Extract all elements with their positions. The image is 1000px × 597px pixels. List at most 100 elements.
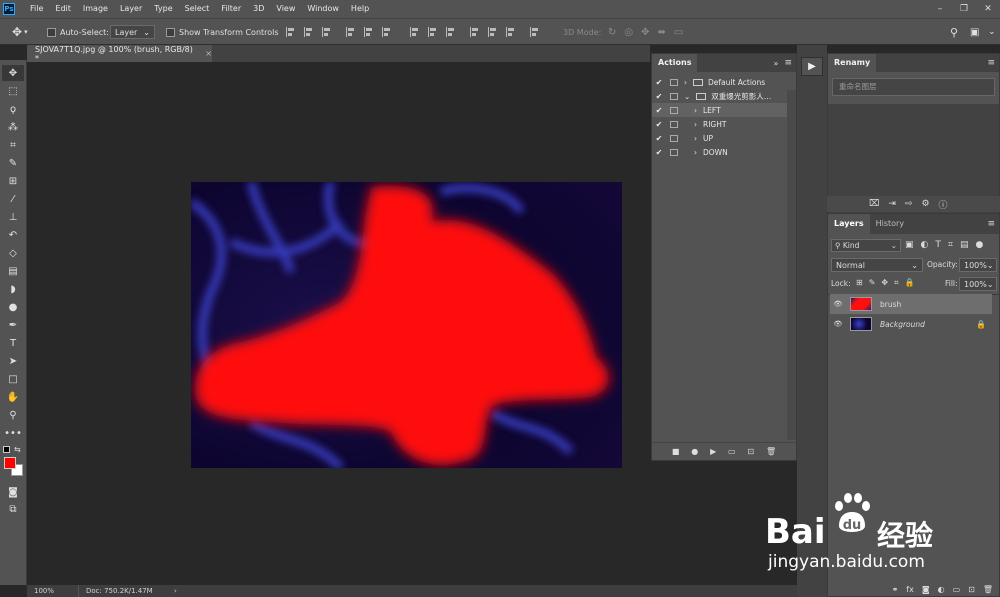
menu-select[interactable]: Select xyxy=(179,0,216,18)
auto-select-checkbox[interactable]: Auto-Select: xyxy=(47,19,109,45)
renamy-tab[interactable]: Renamy xyxy=(828,54,877,72)
stop-recording-icon[interactable]: ■ xyxy=(672,447,680,456)
edit-toolbar-icon[interactable]: ••• xyxy=(2,425,24,441)
close-window-icon[interactable]: ✕ xyxy=(976,0,1000,18)
3d-scale-icon[interactable]: ▭ xyxy=(674,27,683,38)
check-icon[interactable]: ✔ xyxy=(652,148,666,157)
auto-select-dropdown[interactable]: Layer ⌄ xyxy=(110,25,155,39)
panel-menu-icon[interactable]: ≡ xyxy=(784,58,792,68)
blur-tool-icon[interactable]: ◗ xyxy=(2,281,24,297)
healing-brush-tool-icon[interactable]: ⊞ xyxy=(2,173,24,189)
menu-edit[interactable]: Edit xyxy=(49,0,77,18)
rename-icon[interactable]: ⌧ xyxy=(869,199,879,209)
info-icon[interactable]: ⓘ xyxy=(939,198,948,211)
visibility-eye-icon[interactable]: 👁 xyxy=(830,320,846,328)
screen-mode-icon[interactable]: ⧉ xyxy=(2,501,24,517)
tab-layers[interactable]: Layers xyxy=(828,214,870,234)
history-brush-tool-icon[interactable]: ↶ xyxy=(2,227,24,243)
workspace-chevron-icon[interactable]: ⌄ xyxy=(988,19,996,45)
new-action-icon[interactable]: ⊡ xyxy=(747,447,754,456)
layer-style-icon[interactable]: fx xyxy=(906,585,914,594)
hand-tool-icon[interactable]: ✋ xyxy=(2,389,24,405)
menu-3d[interactable]: 3D xyxy=(247,0,270,18)
zoom-tool-icon[interactable]: ⚲ xyxy=(2,407,24,423)
auto-align-icon[interactable] xyxy=(530,27,540,37)
filter-pixel-icon[interactable]: ▣ xyxy=(905,240,914,250)
lock-transparent-icon[interactable]: ⊞ xyxy=(856,278,863,288)
3d-orbit-icon[interactable]: ↻ xyxy=(608,27,616,38)
distribute-top-icon[interactable] xyxy=(410,27,420,37)
lock-position-icon[interactable]: ✥ xyxy=(881,278,888,288)
play-action-icon[interactable]: ▶ xyxy=(801,57,823,76)
eyedropper-tool-icon[interactable]: ✎ xyxy=(2,155,24,171)
workspace-icon[interactable]: ▣ xyxy=(970,19,979,45)
menu-type[interactable]: Type xyxy=(148,0,178,18)
menu-layer[interactable]: Layer xyxy=(114,0,148,18)
move-tool-preset-icon[interactable]: ✥ ▾ xyxy=(12,19,28,45)
actions-scrollbar[interactable] xyxy=(787,90,796,440)
distribute-vcenter-icon[interactable] xyxy=(428,27,438,37)
rename-layer-input[interactable]: 重命名图层 xyxy=(832,78,995,96)
forward-icon[interactable]: ⇥ xyxy=(888,199,896,209)
fill-input[interactable]: 100% ⌄ xyxy=(959,277,997,291)
dialog-toggle-icon[interactable] xyxy=(670,106,678,114)
distribute-hcenter-icon[interactable] xyxy=(488,27,498,37)
search-icon[interactable]: ⚲ xyxy=(950,19,958,45)
align-top-icon[interactable] xyxy=(286,27,296,37)
chevron-down-icon[interactable]: ⌄ xyxy=(684,92,690,101)
status-menu-arrow-icon[interactable]: › xyxy=(174,587,177,595)
renamy-menu-icon[interactable]: ≡ xyxy=(987,58,995,68)
collapse-panel-icon[interactable]: » xyxy=(774,59,779,68)
visibility-eye-icon[interactable]: 👁 xyxy=(830,300,846,308)
dialog-toggle-icon[interactable] xyxy=(670,148,678,156)
auto-select-check[interactable] xyxy=(47,27,56,37)
layers-menu-icon[interactable]: ≡ xyxy=(987,219,995,229)
dodge-tool-icon[interactable]: ● xyxy=(2,299,24,315)
settings-icon[interactable]: ⚙ xyxy=(921,199,929,209)
action-row[interactable]: ✔ › RIGHT xyxy=(652,117,788,131)
marquee-tool-icon[interactable]: ⬚ xyxy=(2,83,24,99)
menu-file[interactable]: File xyxy=(24,0,49,18)
new-group-icon[interactable]: ▭ xyxy=(953,585,961,594)
show-transform-check[interactable] xyxy=(166,27,175,37)
foreground-color-swatch[interactable] xyxy=(4,457,16,469)
chevron-right-icon[interactable]: › xyxy=(694,106,697,115)
new-set-icon[interactable]: ▭ xyxy=(728,447,736,456)
lock-all-icon[interactable]: 🔒 xyxy=(905,278,915,288)
menu-filter[interactable]: Filter xyxy=(215,0,247,18)
quick-mask-icon[interactable]: ◙ xyxy=(2,484,24,500)
align-bottom-icon[interactable] xyxy=(322,27,332,37)
adjustment-layer-icon[interactable]: ◐ xyxy=(938,585,945,594)
chevron-right-icon[interactable]: › xyxy=(694,148,697,157)
layer-row-brush[interactable]: 👁 brush xyxy=(830,294,992,314)
dialog-toggle-icon[interactable] xyxy=(670,120,678,128)
type-tool-icon[interactable]: T xyxy=(2,335,24,351)
dialog-toggle-icon[interactable] xyxy=(670,78,678,86)
action-row[interactable]: ✔ › LEFT xyxy=(652,103,788,117)
opacity-input[interactable]: 100% ⌄ xyxy=(959,258,997,272)
actions-tab[interactable]: Actions xyxy=(652,54,698,72)
brush-tool-icon[interactable]: ⁄ xyxy=(2,191,24,207)
filter-smartobject-icon[interactable]: ▤ xyxy=(960,240,969,250)
lock-pixels-icon[interactable]: ✎ xyxy=(869,278,876,288)
distribute-bottom-icon[interactable] xyxy=(446,27,456,37)
check-icon[interactable]: ✔ xyxy=(652,106,666,115)
eraser-tool-icon[interactable]: ◇ xyxy=(2,245,24,261)
link-layers-icon[interactable]: ⚭ xyxy=(892,585,899,594)
check-icon[interactable]: ✔ xyxy=(652,78,666,87)
apply-icon[interactable]: ⇨ xyxy=(905,199,913,209)
menu-image[interactable]: Image xyxy=(77,0,114,18)
chevron-right-icon[interactable]: › xyxy=(694,120,697,129)
show-transform-checkbox[interactable]: Show Transform Controls xyxy=(166,19,279,45)
blend-mode-dropdown[interactable]: Normal ⌄ xyxy=(831,258,923,272)
layer-filter-dropdown[interactable]: ⚲ Kind ⌄ xyxy=(831,239,901,252)
check-icon[interactable]: ✔ xyxy=(652,92,666,101)
gradient-tool-icon[interactable]: ▤ xyxy=(2,263,24,279)
chevron-right-icon[interactable]: › xyxy=(684,78,687,87)
distribute-right-icon[interactable] xyxy=(506,27,516,37)
document-tab[interactable]: SJOVA7T1Q.jpg @ 100% (brush, RGB/8) * × xyxy=(27,45,212,63)
delete-action-icon[interactable]: 🗑 xyxy=(766,447,776,456)
filter-type-icon[interactable]: T xyxy=(935,240,941,250)
new-layer-icon[interactable]: ⊡ xyxy=(968,585,975,594)
align-vcenter-icon[interactable] xyxy=(304,27,314,37)
